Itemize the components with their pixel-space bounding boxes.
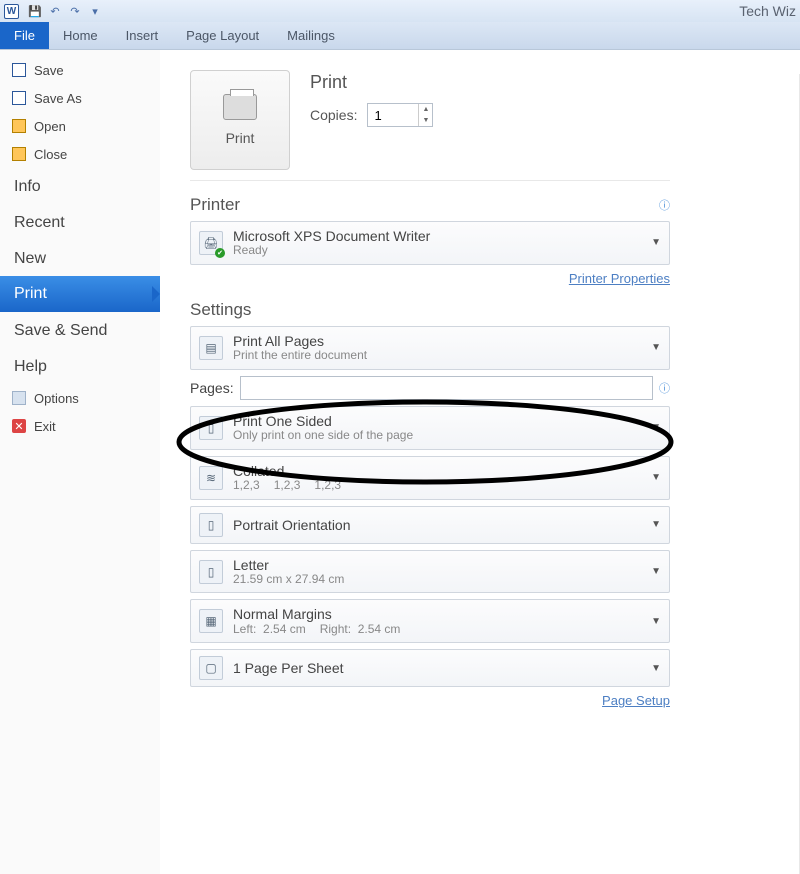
printer-name: Microsoft XPS Document Writer [233, 228, 641, 244]
printer-dropdown[interactable]: 🖨 Microsoft XPS Document Writer Ready ▼ [190, 221, 670, 265]
exit-icon: ✕ [12, 419, 26, 433]
setting-print-range[interactable]: ▤ Print All Pages Print the entire docum… [190, 326, 670, 370]
backstage-save-send[interactable]: Save & Send [0, 312, 160, 348]
sheet-icon: ▢ [199, 656, 223, 680]
label: Print [14, 285, 47, 303]
chevron-down-icon: ▼ [651, 519, 661, 530]
print-heading: Print [310, 72, 670, 93]
ribbon-tabs: File Home Insert Page Layout Mailings [0, 22, 800, 50]
pages-input[interactable] [240, 376, 653, 400]
label: Print One Sided [233, 413, 641, 429]
label: Normal Margins [233, 606, 641, 622]
backstage-save-as[interactable]: Save As [0, 84, 160, 112]
print-button[interactable]: Print [190, 70, 290, 170]
sublabel: Print the entire document [233, 349, 641, 363]
pages-info-icon[interactable]: ⓘ [659, 380, 670, 396]
backstage-options[interactable]: Options [0, 384, 160, 412]
save-icon [12, 63, 26, 77]
label: Save [34, 63, 64, 78]
redo-qat-icon[interactable]: ↷ [67, 3, 83, 19]
save-qat-icon[interactable]: 💾 [27, 3, 43, 19]
chevron-down-icon: ▼ [651, 422, 661, 433]
label: Print All Pages [233, 333, 641, 349]
save-as-icon [12, 91, 26, 105]
copies-spinner[interactable]: ▲ ▼ [367, 103, 433, 127]
chevron-down-icon: ▼ [651, 616, 661, 627]
qat-customize-icon[interactable]: ▾ [87, 3, 103, 19]
chevron-down-icon: ▼ [651, 663, 661, 674]
backstage-close[interactable]: Close [0, 140, 160, 168]
label: Options [34, 391, 79, 406]
backstage-save[interactable]: Save [0, 56, 160, 84]
backstage-exit[interactable]: ✕ Exit [0, 412, 160, 440]
page-setup-link[interactable]: Page Setup [602, 693, 670, 708]
backstage-help[interactable]: Help [0, 348, 160, 384]
label: Portrait Orientation [233, 517, 641, 533]
sublabel: Only print on one side of the page [233, 429, 641, 443]
label: Open [34, 119, 66, 134]
options-icon [12, 391, 26, 405]
label: Save As [34, 91, 82, 106]
print-panel: Print Print Copies: ▲ ▼ [160, 50, 800, 874]
copies-label: Copies: [310, 107, 357, 123]
printer-status: Ready [233, 244, 641, 258]
printer-info-icon[interactable]: ⓘ [659, 197, 670, 213]
pages-icon: ▤ [199, 336, 223, 360]
label: 1 Page Per Sheet [233, 660, 641, 676]
sublabel: Left: 2.54 cmRight: 2.54 cm [233, 623, 641, 637]
setting-collate[interactable]: ≋ Collated 1,2,31,2,31,2,3 ▼ [190, 456, 670, 500]
copies-down-icon[interactable]: ▼ [419, 115, 432, 126]
title-bar: W 💾 ↶ ↷ ▾ Tech Wiz [0, 0, 800, 22]
backstage-new[interactable]: New [0, 240, 160, 276]
tab-insert[interactable]: Insert [112, 22, 173, 49]
settings-heading: Settings [190, 300, 251, 320]
close-folder-icon [12, 147, 26, 161]
tab-file[interactable]: File [0, 22, 49, 49]
window-title: Tech Wiz [739, 3, 796, 19]
setting-pages-per-sheet[interactable]: ▢ 1 Page Per Sheet ▼ [190, 649, 670, 687]
undo-qat-icon[interactable]: ↶ [47, 3, 63, 19]
sublabel: 1,2,31,2,31,2,3 [233, 479, 641, 493]
margins-icon: ▦ [199, 609, 223, 633]
chevron-down-icon: ▼ [651, 342, 661, 353]
collate-icon: ≋ [199, 466, 223, 490]
label: Letter [233, 557, 641, 573]
open-folder-icon [12, 119, 26, 133]
label: Collated [233, 463, 641, 479]
backstage-open[interactable]: Open [0, 112, 160, 140]
copies-up-icon[interactable]: ▲ [419, 104, 432, 115]
setting-paper-size[interactable]: ▯ Letter 21.59 cm x 27.94 cm ▼ [190, 550, 670, 594]
label: Close [34, 147, 67, 162]
pages-label: Pages: [190, 380, 234, 396]
label: Exit [34, 419, 56, 434]
setting-orientation[interactable]: ▯ Portrait Orientation ▼ [190, 506, 670, 544]
label: Print [226, 130, 255, 146]
backstage-recent[interactable]: Recent [0, 204, 160, 240]
paper-icon: ▯ [199, 560, 223, 584]
setting-margins[interactable]: ▦ Normal Margins Left: 2.54 cmRight: 2.5… [190, 599, 670, 643]
chevron-down-icon: ▼ [651, 472, 661, 483]
printer-device-icon: 🖨 [199, 231, 223, 255]
tab-mailings[interactable]: Mailings [273, 22, 349, 49]
setting-sides[interactable]: ▯ Print One Sided Only print on one side… [190, 406, 670, 450]
sublabel: 21.59 cm x 27.94 cm [233, 573, 641, 587]
one-sided-icon: ▯ [199, 416, 223, 440]
backstage-info[interactable]: Info [0, 168, 160, 204]
printer-icon [223, 94, 257, 120]
tab-home[interactable]: Home [49, 22, 112, 49]
copies-input[interactable] [368, 104, 418, 126]
portrait-icon: ▯ [199, 513, 223, 537]
chevron-down-icon: ▼ [651, 237, 661, 248]
tab-page-layout[interactable]: Page Layout [172, 22, 273, 49]
word-app-icon: W [4, 4, 19, 19]
printer-properties-link[interactable]: Printer Properties [569, 271, 670, 286]
backstage-nav: Save Save As Open Close Info Recent New … [0, 50, 160, 874]
printer-heading: Printer [190, 195, 240, 215]
chevron-down-icon: ▼ [651, 566, 661, 577]
backstage-print[interactable]: Print [0, 276, 160, 312]
